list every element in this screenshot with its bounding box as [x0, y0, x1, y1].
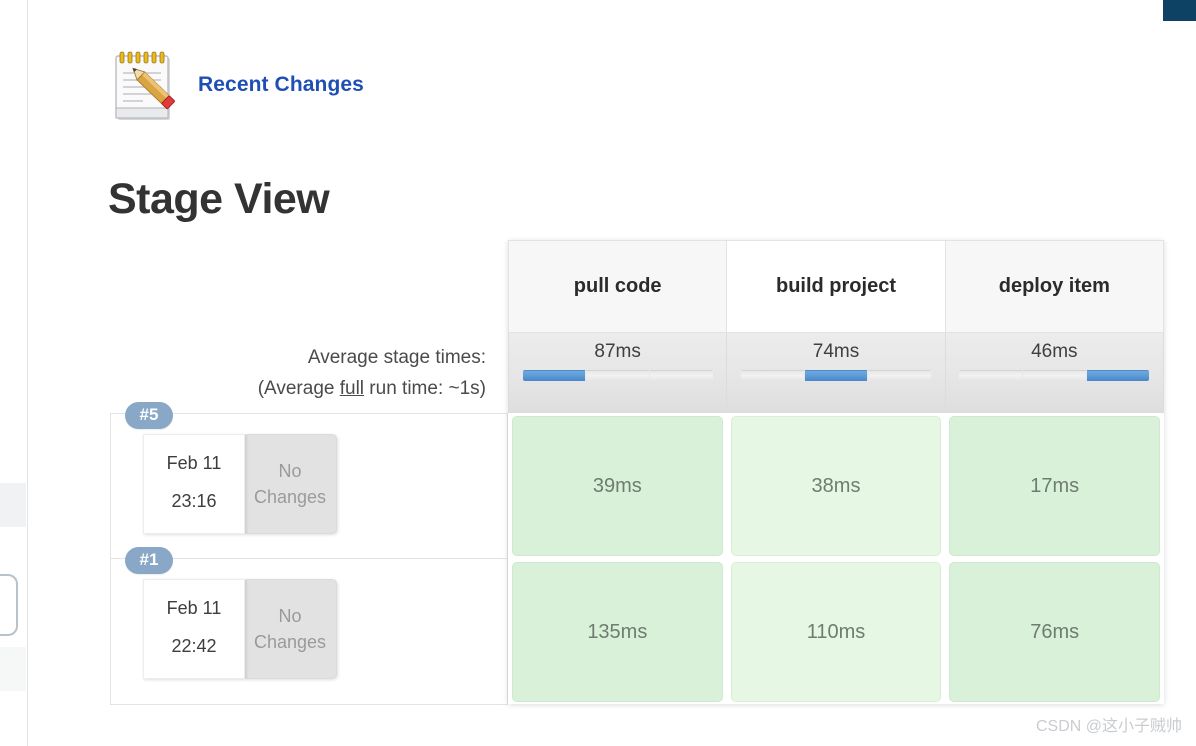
table-row: #5 Feb 11 23:16 No Changes 39ms 38ms 17m…: [110, 402, 1164, 559]
average-value: 46ms: [1031, 341, 1078, 362]
stage-cell-pull-code: 39ms: [508, 413, 727, 559]
progress-segment: [1086, 370, 1150, 381]
progress-segment: [740, 370, 804, 381]
page-content: Recent Changes Stage View pull code buil…: [28, 0, 1196, 746]
watermark: CSDN @这小子贼帅: [1035, 718, 1182, 735]
average-value-cells: 87ms 74ms 46ms: [508, 333, 1164, 413]
header-meta-spacer: [110, 240, 508, 333]
build-time: 23:16: [171, 490, 217, 511]
build-meta-1: #1 Feb 11 22:42 No Changes: [110, 547, 508, 705]
average-value: 87ms: [594, 341, 641, 362]
average-stage-times-label: Average stage times:: [307, 346, 486, 368]
stage-cell-deploy-item: 76ms: [945, 559, 1164, 705]
build-changes-button[interactable]: No Changes: [243, 434, 337, 534]
stage-duration[interactable]: 39ms: [512, 416, 723, 556]
progress-segment: [522, 370, 586, 381]
stage-header-row: pull code build project deploy item: [110, 240, 1164, 333]
stage-duration[interactable]: 135ms: [512, 562, 723, 702]
clipped-left-panel-pill[interactable]: [0, 574, 18, 636]
build-number-badge[interactable]: #5: [125, 402, 173, 429]
build-meta-5: #5 Feb 11 23:16 No Changes: [110, 402, 508, 559]
stage-cell-build-project: 110ms: [727, 559, 946, 705]
stage-progress-bar: [959, 370, 1150, 381]
build-date: Feb 11: [166, 598, 222, 618]
page-title: Stage View: [108, 175, 330, 223]
avg-full-underline: full: [339, 378, 365, 399]
clipped-left-panel-band-top: [0, 483, 26, 527]
table-row: #1 Feb 11 22:42 No Changes 135ms 110ms 7…: [110, 547, 1164, 705]
build-timestamp[interactable]: Feb 11 23:16: [143, 434, 245, 534]
build-timestamp[interactable]: Feb 11 22:42: [143, 579, 245, 679]
stage-cell-deploy-item: 17ms: [945, 413, 1164, 559]
notepad-pencil-icon: [115, 51, 175, 120]
progress-segment: [959, 370, 1022, 381]
progress-segment: [804, 370, 868, 381]
stage-progress-bar: [522, 370, 713, 381]
build-number-badge[interactable]: #1: [125, 547, 173, 574]
average-full-run-time-label: (Average full run time: ~1s): [258, 373, 486, 404]
avg-suffix: run time: ~1s): [364, 378, 486, 399]
stage-progress-bar: [740, 370, 931, 381]
progress-segment: [1022, 370, 1086, 381]
average-value: 74ms: [812, 341, 860, 362]
stage-duration[interactable]: 110ms: [730, 562, 942, 702]
progress-segment: [586, 370, 649, 381]
stage-duration[interactable]: 38ms: [730, 416, 942, 556]
build-date: Feb 11: [166, 453, 222, 473]
stage-cell-pull-code: 135ms: [508, 559, 727, 705]
build-rows: #5 Feb 11 23:16 No Changes 39ms 38ms 17m…: [110, 402, 1164, 705]
build-time: 22:42: [171, 635, 217, 656]
average-cell-pull-code: 87ms: [508, 333, 728, 413]
stage-duration[interactable]: 76ms: [949, 562, 1161, 702]
build-info: Feb 11 23:16 No Changes: [143, 434, 337, 534]
stage-cell-build-project: 38ms: [727, 413, 946, 559]
stage-duration[interactable]: 17ms: [949, 416, 1161, 556]
stage-view-table: pull code build project deploy item Aver…: [110, 240, 1164, 705]
stage-header-cells: pull code build project deploy item: [508, 240, 1164, 333]
recent-changes-link[interactable]: Recent Changes: [110, 46, 364, 124]
clipped-left-panel-band-bottom: [0, 647, 26, 691]
stage-header-build-project[interactable]: build project: [727, 240, 946, 333]
build-stage-cells: 135ms 110ms 76ms: [508, 559, 1164, 705]
recent-changes-label: Recent Changes: [198, 73, 364, 96]
build-stage-cells: 39ms 38ms 17ms: [508, 413, 1164, 559]
stage-header-deploy-item[interactable]: deploy item: [945, 240, 1164, 333]
average-cell-build-project: 74ms: [727, 333, 946, 413]
progress-segment: [650, 370, 713, 381]
stage-header-pull-code[interactable]: pull code: [508, 240, 728, 333]
build-changes-button[interactable]: No Changes: [243, 579, 337, 679]
average-stage-times-row: Average stage times: (Average full run t…: [110, 333, 1164, 413]
build-info: Feb 11 22:42 No Changes: [143, 579, 337, 679]
progress-segment: [868, 370, 931, 381]
average-cell-deploy-item: 46ms: [945, 333, 1164, 413]
avg-prefix: (Average: [257, 378, 340, 399]
average-labels: Average stage times: (Average full run t…: [110, 333, 508, 413]
